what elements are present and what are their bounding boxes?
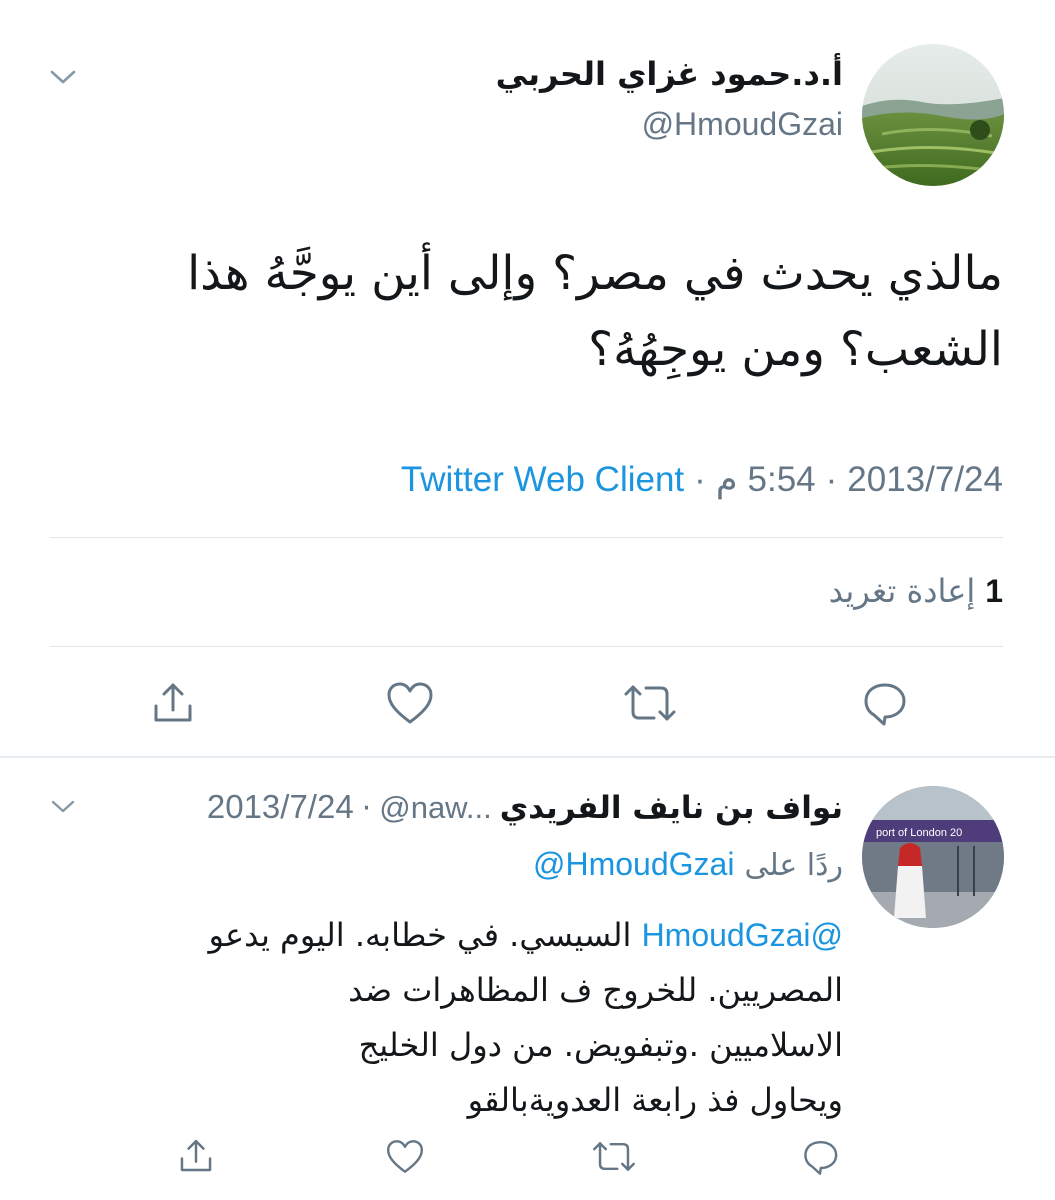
reply-options-chevron-icon[interactable]	[46, 792, 80, 822]
tweet-meta: Twitter Web Client · م 5:54 · 2013/7/24	[401, 460, 1003, 500]
meta-separator: ·	[361, 791, 372, 826]
reply-avatar[interactable]: port of London 20	[862, 786, 1004, 928]
reply-text-line: المصريين. للخروج ف المظاهرات ضد	[348, 971, 843, 1009]
divider	[50, 646, 1003, 647]
retweet-icon[interactable]	[588, 1134, 640, 1178]
reply-text-line: @HmoudGzai السيسي. في خطابه. اليوم يدعو	[63, 908, 843, 963]
share-icon[interactable]	[174, 1134, 218, 1178]
replying-to-handle[interactable]: @HmoudGzai	[533, 846, 734, 883]
author-avatar[interactable]	[862, 44, 1004, 186]
reply-header: 2013/7/24 · @naw... نواف بن نايف الفريدي	[207, 788, 843, 826]
tweet-date: 2013/7/24	[847, 460, 1003, 499]
tweet-text: مالذي يحدث في مصر؟ وإلى أين يوجَّهُ هذا …	[43, 236, 1003, 388]
tweet-options-chevron-icon[interactable]	[46, 60, 80, 94]
retweet-stats[interactable]: إعادة تغريد 1	[829, 572, 1003, 610]
like-icon[interactable]	[383, 678, 437, 728]
tweet-source-link[interactable]: Twitter Web Client	[401, 460, 684, 500]
tweet-time-suffix: م	[715, 460, 738, 499]
replying-to: @HmoudGzai ردًا على	[533, 846, 843, 883]
replying-to-label: ردًا على	[744, 848, 843, 883]
retweet-label: إعادة تغريد	[828, 572, 976, 610]
retweet-count: 1	[985, 572, 1003, 609]
reply-icon[interactable]	[796, 1134, 844, 1180]
meta-separator: ·	[694, 460, 706, 499]
reply-icon[interactable]	[856, 678, 912, 730]
section-separator	[0, 756, 1055, 758]
meta-separator: ·	[825, 460, 838, 499]
reply-text-line: الاسلاميين .وتبفويض. من دول الخليج	[358, 1026, 843, 1064]
author-handle[interactable]: @HmoudGzai	[642, 106, 843, 143]
tweet-time: 5:54	[747, 460, 816, 499]
reply-text-line: ويحاول فذ رابعة العدويةبالقو	[467, 1081, 843, 1119]
tweet-text-line: الشعب؟ ومن يوجِهُهُ؟	[588, 322, 1003, 377]
reply-text-span: السيسي. في خطابه. اليوم يدعو	[208, 916, 642, 954]
reply-handle[interactable]: @naw...	[379, 790, 491, 826]
reply-mention[interactable]: @HmoudGzai	[642, 917, 843, 953]
svg-text:port of London 20: port of London 20	[876, 827, 962, 839]
author-name[interactable]: أ.د.حمود غزاي الحربي	[496, 55, 843, 93]
divider	[50, 537, 1003, 538]
retweet-icon[interactable]	[620, 678, 680, 728]
share-icon[interactable]	[148, 678, 198, 728]
reply-text: @HmoudGzai السيسي. في خطابه. اليوم يدعو …	[63, 908, 843, 1128]
reply-date[interactable]: 2013/7/24	[207, 788, 354, 826]
tweet-text-line: مالذي يحدث في مصر؟ وإلى أين يوجَّهُ هذا	[187, 246, 1003, 301]
like-icon[interactable]	[382, 1134, 428, 1178]
reply-author-name[interactable]: نواف بن نايف الفريدي	[500, 790, 843, 826]
